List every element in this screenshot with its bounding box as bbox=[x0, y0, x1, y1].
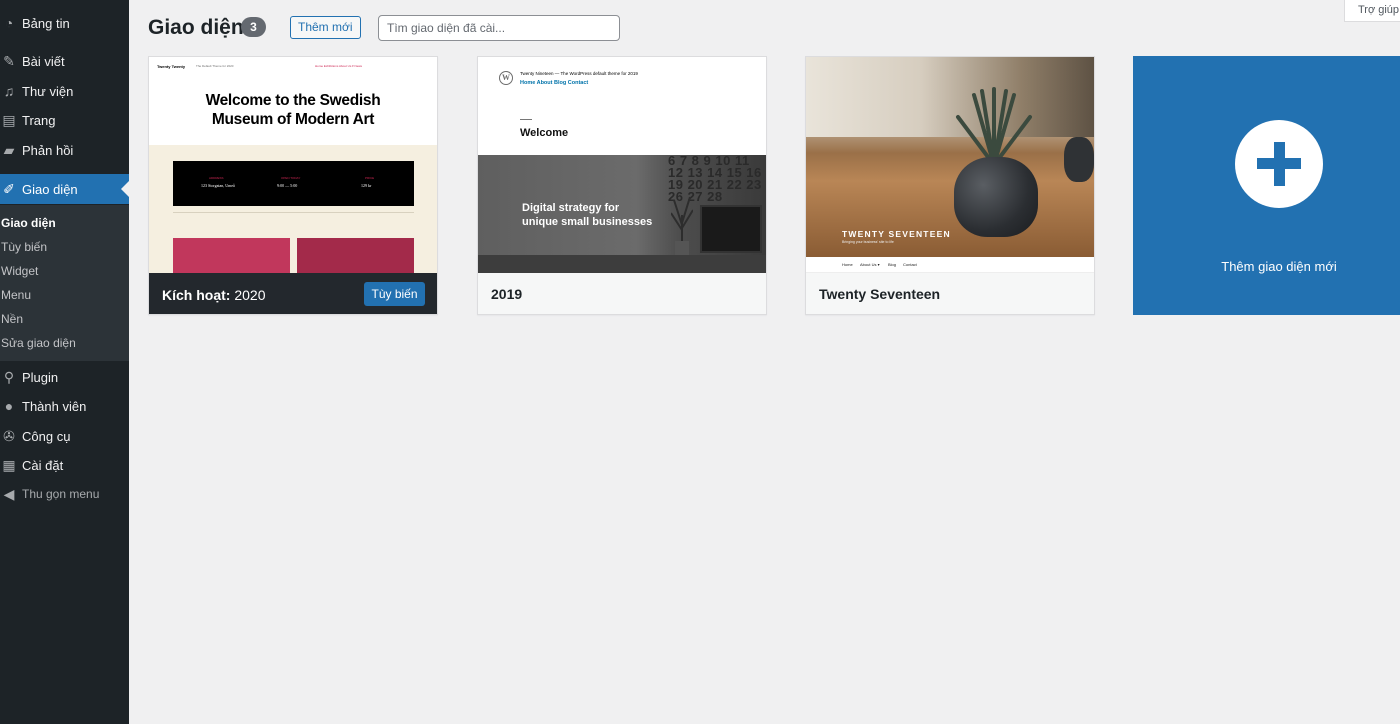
admin-sidebar: ◔ Bảng tin ✎ Bài viết ♫ Thư viện ▤ Trang… bbox=[0, 0, 129, 724]
theme-screenshot: TWENTY SEVENTEEN Bringing your business'… bbox=[806, 57, 1094, 273]
theme-screenshot: W Twenty Nineteen — The WordPress defaul… bbox=[478, 57, 766, 273]
sidebar-item-plugins[interactable]: ⚲ Plugin bbox=[0, 362, 129, 392]
sidebar-item-label: Plugin bbox=[22, 369, 59, 385]
sidebar-item-label: Bảng tin bbox=[22, 15, 70, 31]
sidebar-item-appearance[interactable]: ✐ Giao diện bbox=[0, 174, 129, 204]
add-new-theme-card[interactable]: Thêm giao diện mới bbox=[1133, 56, 1400, 315]
collapse-icon: ◀ bbox=[3, 485, 15, 502]
submenu-item-themes[interactable]: Giao diện bbox=[1, 216, 56, 230]
media-icon: ♫ bbox=[3, 83, 15, 99]
sidebar-item-label: Trang bbox=[22, 112, 56, 128]
plugin-icon: ⚲ bbox=[3, 368, 15, 385]
sidebar-item-label: Thư viện bbox=[22, 83, 74, 99]
theme-count-badge: 3 bbox=[241, 17, 266, 37]
sidebar-item-comments[interactable]: ▰ Phản hồi bbox=[0, 135, 129, 165]
sidebar-item-dashboard[interactable]: ◔ Bảng tin bbox=[0, 8, 129, 38]
sidebar-item-label: Thành viên bbox=[22, 398, 87, 414]
shot-tagline: The Default Theme for 2020 bbox=[196, 64, 234, 68]
shot-info-box: ADDRESS 123 Storgatan, Umeå OPEN TODAY 9… bbox=[173, 161, 414, 206]
plant-icon bbox=[671, 196, 693, 255]
theme-name: 2019 bbox=[478, 273, 766, 314]
settings-icon: ▦ bbox=[2, 456, 16, 473]
sidebar-item-posts[interactable]: ✎ Bài viết bbox=[0, 46, 129, 76]
shot-site-name: Twenty Nineteen — The WordPress default … bbox=[520, 71, 638, 76]
sidebar-item-label: Cài đặt bbox=[22, 457, 64, 473]
wordpress-logo-icon: W bbox=[499, 71, 513, 85]
wrench-icon: ✇ bbox=[3, 427, 15, 444]
submenu-item-menus[interactable]: Menu bbox=[1, 288, 31, 302]
active-theme-bar: Kích hoạt: 2020 Tùy biến bbox=[149, 273, 437, 314]
shot-tagline: Bringing your business' site to life bbox=[842, 240, 894, 244]
shot-hero-text: Digital strategy for unique small busine… bbox=[522, 202, 653, 228]
sidebar-item-settings[interactable]: ▦ Cài đặt bbox=[0, 450, 129, 480]
sidebar-item-media[interactable]: ♫ Thư viện bbox=[0, 76, 129, 106]
shot-logo: Twenty Twenty bbox=[157, 64, 186, 69]
user-icon: ● bbox=[4, 398, 14, 414]
sidebar-item-label: Phản hồi bbox=[22, 142, 74, 158]
search-input[interactable] bbox=[378, 15, 620, 41]
submenu-item-background[interactable]: Nền bbox=[1, 312, 23, 326]
sidebar-item-label: Bài viết bbox=[22, 53, 65, 69]
shot-hero-photo: TWENTY SEVENTEEN Bringing your business'… bbox=[806, 57, 1094, 257]
sidebar-item-pages[interactable]: ▤ Trang bbox=[0, 105, 129, 135]
shot-nav: Home About Blog Contact bbox=[520, 80, 589, 86]
monitor-icon bbox=[700, 205, 762, 253]
sidebar-item-label: Thu gọn menu bbox=[22, 487, 100, 501]
brush-icon: ✐ bbox=[3, 180, 15, 197]
sidebar-item-label: Giao diện bbox=[22, 181, 78, 197]
comment-icon: ▰ bbox=[3, 141, 15, 158]
shot-nav: Home About Us ▾ Blog Contact bbox=[806, 257, 1094, 273]
theme-screenshot: Twenty Twenty The Default Theme for 2020… bbox=[149, 57, 437, 273]
theme-card-twenty-nineteen[interactable]: W Twenty Nineteen — The WordPress defaul… bbox=[477, 56, 767, 315]
collapse-menu-button[interactable]: ◀ Thu gọn menu bbox=[0, 479, 129, 509]
shot-welcome: Welcome bbox=[520, 127, 569, 139]
shot-heading: Welcome to the Swedish Museum of Modern … bbox=[205, 92, 381, 128]
page-icon: ▤ bbox=[2, 111, 16, 128]
add-new-theme-label: Thêm giao diện mới bbox=[1221, 259, 1337, 274]
theme-name: Twenty Seventeen bbox=[806, 273, 1094, 314]
shot-title: TWENTY SEVENTEEN bbox=[842, 229, 951, 239]
help-tab[interactable]: Trợ giúp bbox=[1344, 0, 1400, 22]
page-title: Giao diện bbox=[148, 16, 244, 39]
add-new-button[interactable]: Thêm mới bbox=[290, 16, 361, 39]
submenu-item-customize[interactable]: Tùy biến bbox=[1, 240, 47, 254]
submenu-item-theme-editor[interactable]: Sửa giao diện bbox=[1, 336, 76, 350]
dashboard-icon: ◔ bbox=[4, 15, 14, 31]
appearance-submenu: Giao diện Tùy biến Widget Menu Nền Sửa g… bbox=[0, 205, 129, 361]
sidebar-item-tools[interactable]: ✇ Công cụ bbox=[0, 421, 129, 451]
succulent-icon bbox=[956, 87, 1032, 167]
pin-icon: ✎ bbox=[3, 52, 15, 69]
customize-button[interactable]: Tùy biến bbox=[364, 282, 425, 306]
shot-hero-photo: 6 7 8 9 10 11 12 13 14 15 16 17 19 20 21… bbox=[478, 154, 766, 273]
theme-card-twenty-seventeen[interactable]: TWENTY SEVENTEEN Bringing your business'… bbox=[805, 56, 1095, 315]
active-theme-label: Kích hoạt: 2020 bbox=[162, 287, 266, 303]
sidebar-item-label: Công cụ bbox=[22, 428, 71, 444]
theme-card-twenty-twenty[interactable]: Twenty Twenty The Default Theme for 2020… bbox=[148, 56, 438, 315]
sidebar-item-users[interactable]: ● Thành viên bbox=[0, 391, 129, 421]
shot-nav: Home Exhibitions About Us ▾ News bbox=[315, 64, 363, 68]
submenu-item-widgets[interactable]: Widget bbox=[1, 264, 38, 278]
plus-icon bbox=[1235, 120, 1323, 208]
